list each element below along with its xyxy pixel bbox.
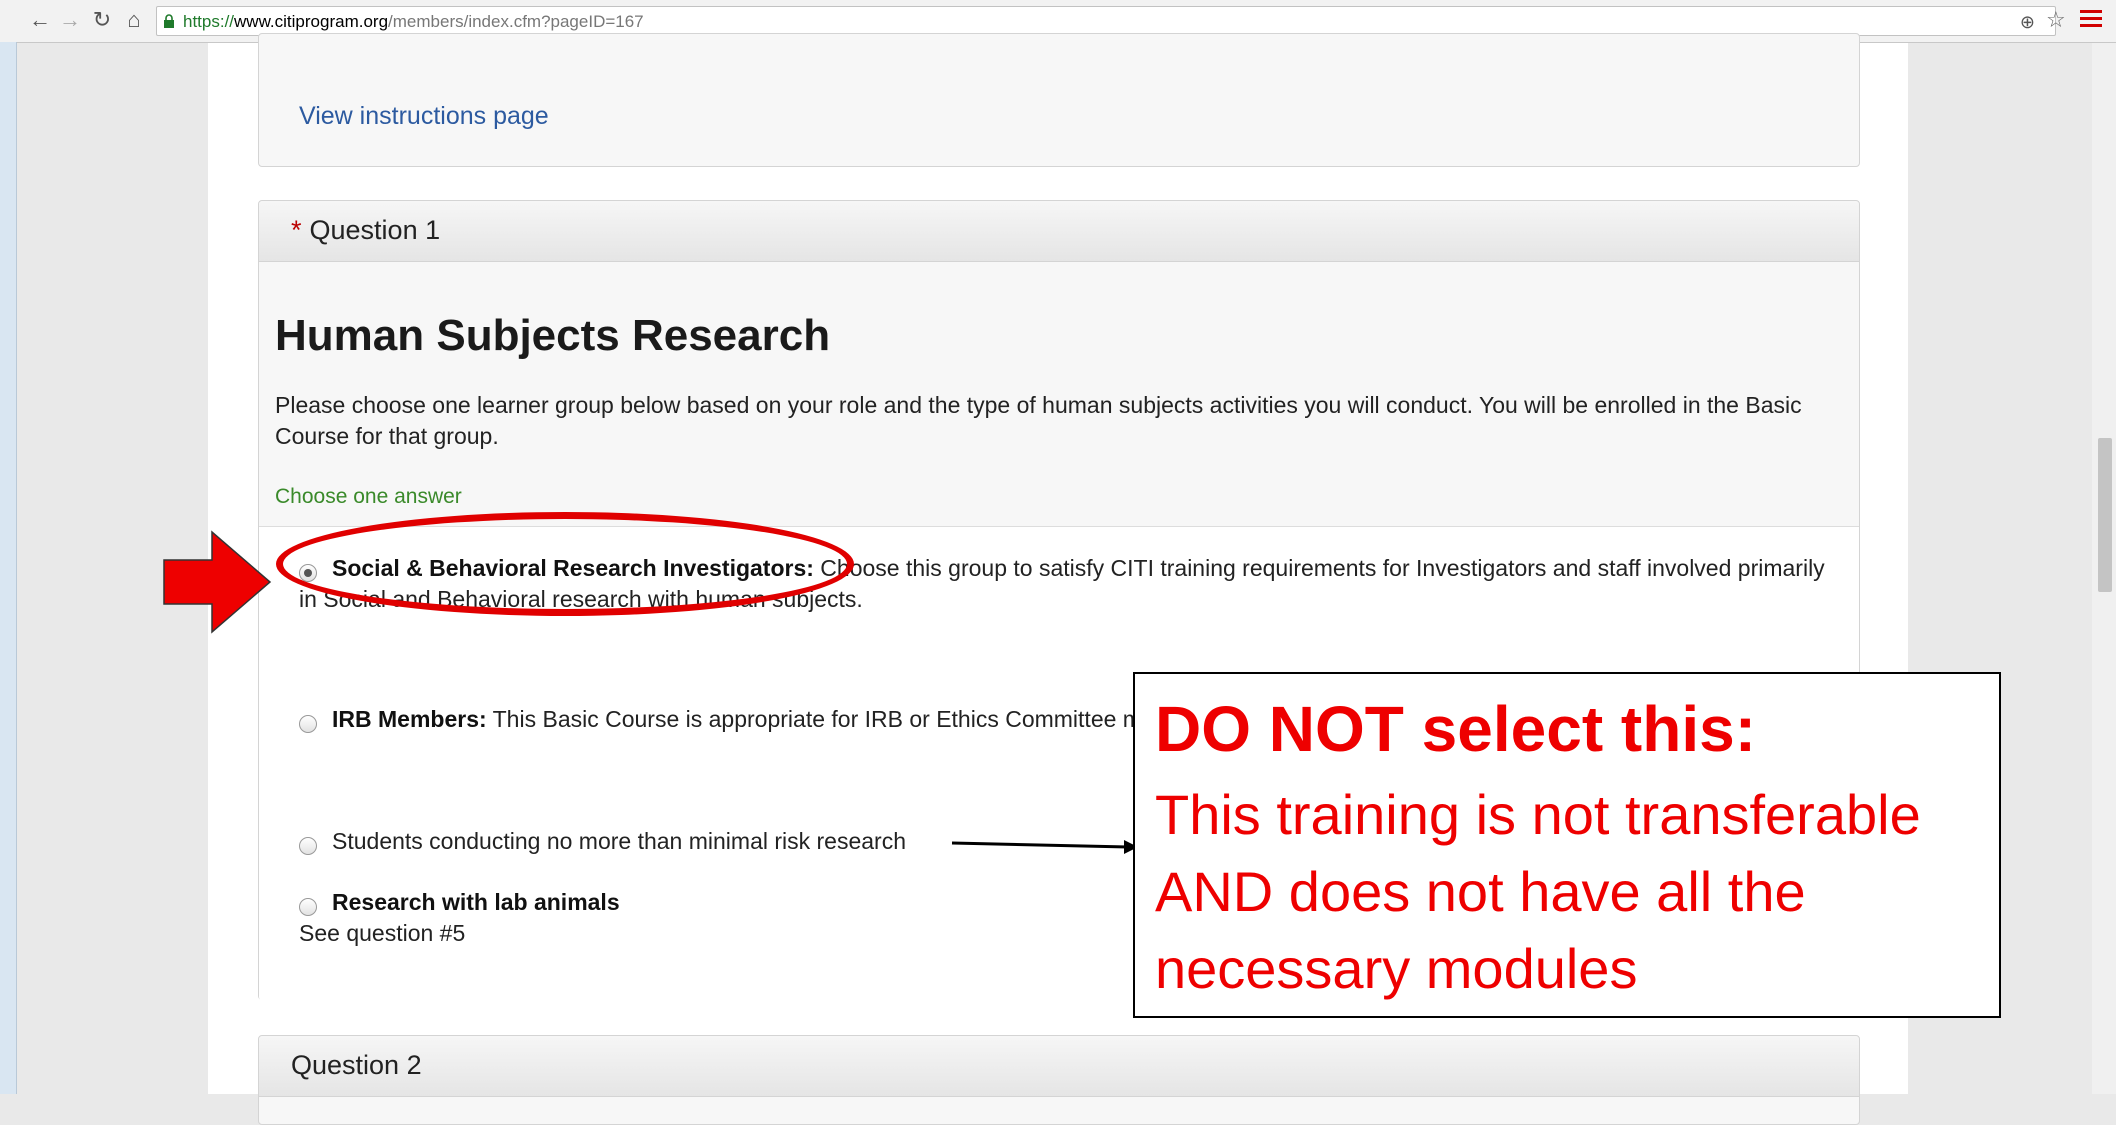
answer-lab-animals[interactable]: Research with lab animals [332, 887, 620, 918]
bookmark-star-icon[interactable]: ☆ [2046, 6, 2066, 34]
answer-radio-irb-members[interactable] [299, 715, 317, 733]
answer-radio-lab-animals[interactable] [299, 898, 317, 916]
answer-description: This Basic Course is appropriate for IRB… [486, 706, 1226, 732]
forward-icon[interactable]: → [56, 6, 84, 34]
back-icon[interactable]: ← [26, 6, 54, 34]
window-edge [0, 42, 17, 1094]
question-2-panel: Question 2 [258, 1035, 1860, 1125]
home-icon[interactable]: ⌂ [120, 6, 148, 34]
address-bar[interactable]: https://www.citiprogram.org/members/inde… [156, 6, 2056, 36]
answer-radio-students[interactable] [299, 837, 317, 855]
zoom-icon[interactable]: ⊕ [2020, 7, 2035, 37]
question-1-header: * Question 1 [259, 201, 1859, 262]
view-instructions-link[interactable]: View instructions page [299, 102, 549, 131]
question-2-header: Question 2 [259, 1036, 1859, 1097]
question-2-title: Question 2 [291, 1050, 422, 1080]
red-oval-highlight [276, 512, 854, 616]
callout-title: DO NOT select this: [1155, 693, 1756, 765]
url-host: www.citiprogram.org [234, 12, 389, 31]
url-path: /members/index.cfm?pageID=167 [388, 12, 644, 31]
answer-description: Students conducting no more than minimal… [332, 828, 907, 854]
callout-body: This training is not transferable AND do… [1155, 783, 1921, 1000]
answer-lab-animals-note: See question #5 [299, 920, 466, 946]
question-1-label: Question 1 [309, 215, 441, 245]
question-heading: Human Subjects Research [275, 311, 831, 360]
pointer-arrow [951, 840, 1138, 854]
question-1-title: * Question 1 [291, 215, 440, 246]
menu-icon[interactable] [2080, 10, 2102, 30]
reload-icon[interactable]: ↻ [88, 6, 116, 34]
instructions-panel: View instructions page [258, 33, 1860, 167]
question-intro: Please choose one learner group below ba… [275, 392, 1802, 449]
choose-one-hint: Choose one answer [275, 485, 462, 508]
warning-callout: DO NOT select this: This training is not… [1133, 672, 2001, 1018]
answer-title: IRB Members: [332, 706, 487, 732]
scrollbar-thumb[interactable] [2098, 438, 2112, 592]
answer-title: Research with lab animals [332, 889, 620, 915]
url-scheme: https:// [183, 12, 235, 31]
required-marker: * [291, 215, 302, 245]
red-arrow-annotation [163, 530, 272, 634]
lock-icon [164, 14, 174, 28]
answer-students[interactable]: Students conducting no more than minimal… [332, 826, 906, 857]
